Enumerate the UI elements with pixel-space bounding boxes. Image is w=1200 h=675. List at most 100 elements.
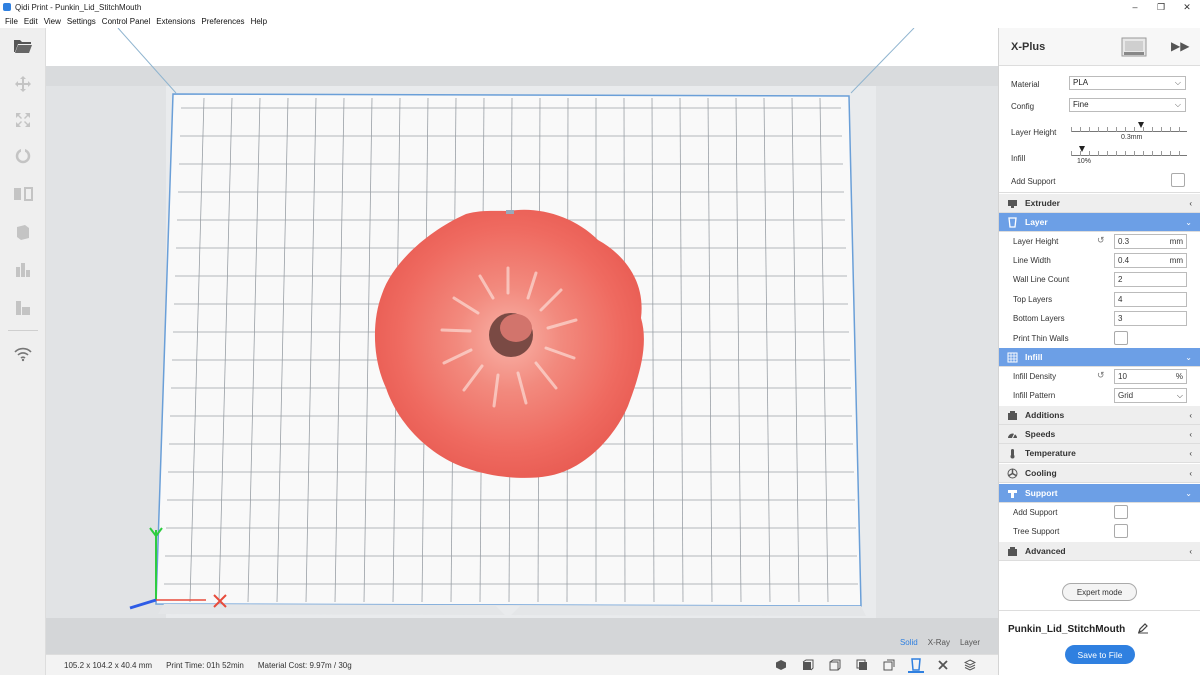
support-add-label: Add Support [1013,508,1058,517]
print-thin-walls-checkbox[interactable] [1114,331,1128,345]
infill-pattern-value: Grid [1118,391,1134,400]
edit-icon[interactable] [1137,622,1149,634]
reset-icon[interactable]: ↺ [1097,235,1105,246]
layer-height-input[interactable]: 0.3 mm [1114,234,1187,249]
view-front-icon[interactable] [800,657,816,673]
top-layers-input[interactable]: 4 [1114,292,1187,307]
left-toolbar [0,28,46,675]
support-blocker-icon[interactable] [11,260,35,280]
section-advanced[interactable]: Advanced ‹ [999,542,1200,561]
wifi-icon[interactable] [11,344,35,364]
job-name: Punkin_Lid_StitchMouth [1008,624,1126,635]
window-controls: – ❐ ✕ [1122,0,1200,14]
infill-slider[interactable] [1071,146,1187,156]
slider-thumb[interactable] [1079,146,1085,152]
section-cooling-label: Cooling [1025,468,1057,478]
solid-view-icon[interactable] [908,657,924,673]
section-speeds[interactable]: Speeds ‹ [999,425,1200,444]
view-left-icon[interactable] [854,657,870,673]
setting-print-thin-walls: Print Thin Walls [999,329,1200,348]
layer-height-value: 0.3mm [1121,134,1143,141]
material-label: Material [1011,80,1040,89]
layer-tool-icon[interactable] [11,298,35,318]
additions-icon [1006,409,1019,422]
speed-icon [1006,428,1019,441]
bottom-layers-input[interactable]: 3 [1114,311,1187,326]
rotate-icon[interactable] [11,146,35,166]
chevron-left-icon: ‹ [1189,448,1192,458]
unit-label: % [1175,372,1183,381]
menu-edit[interactable]: Edit [24,17,38,26]
save-to-file-button[interactable]: Save to File [1065,645,1135,664]
section-extruder[interactable]: Extruder ‹ [999,194,1200,213]
wall-line-count-input[interactable]: 2 [1114,272,1187,287]
material-select[interactable]: PLA ⌵ [1069,76,1186,90]
unit-label: mm [1169,256,1183,265]
close-button[interactable]: ✕ [1174,0,1200,14]
menu-preferences[interactable]: Preferences [201,17,244,26]
reset-icon[interactable]: ↺ [1097,370,1105,381]
folder-open-icon[interactable] [11,36,35,56]
expert-mode-button[interactable]: Expert mode [1062,583,1137,601]
temperature-icon [1006,447,1019,460]
chevron-down-icon: ⌄ [1185,352,1192,362]
line-width-value: 0.4 [1118,256,1130,265]
3d-viewport[interactable]: Solid X-Ray Layer [46,28,998,654]
section-layer[interactable]: Layer ⌄ [999,213,1200,232]
build-plate-scene [46,28,998,654]
maximize-button[interactable]: ❐ [1148,0,1174,14]
move-icon[interactable] [11,74,35,94]
toolbar-divider [8,330,38,331]
line-width-label: Line Width [1013,256,1051,265]
layer-view-icon[interactable] [962,657,978,673]
chevron-down-icon: ⌄ [1185,488,1192,498]
view-mode-xray[interactable]: X-Ray [928,638,950,647]
menu-control-panel[interactable]: Control Panel [102,17,150,26]
material-cost: Material Cost: 9.97m / 30g [257,660,352,670]
xray-view-icon[interactable] [935,657,951,673]
menu-file[interactable]: File [5,17,18,26]
slider-ticks [1071,127,1187,132]
tree-support-checkbox[interactable] [1114,524,1128,538]
printer-expand-icon[interactable]: ▶▶ [1171,39,1189,53]
view-right-icon[interactable] [881,657,897,673]
layer-height-label: Layer Height [1011,128,1057,137]
minimize-button[interactable]: – [1122,0,1148,14]
section-additions[interactable]: Additions ‹ [999,406,1200,425]
infill-density-label: Infill Density [1013,372,1057,381]
menu-view[interactable]: View [44,17,61,26]
section-temperature[interactable]: Temperature ‹ [999,444,1200,463]
section-infill[interactable]: Infill ⌄ [999,348,1200,367]
slider-thumb[interactable] [1138,122,1144,128]
menu-settings[interactable]: Settings [67,17,96,26]
view-mode-layer[interactable]: Layer [960,638,980,647]
add-support-checkbox[interactable] [1171,173,1185,187]
menu-extensions[interactable]: Extensions [156,17,195,26]
setting-top-layers: Top Layers 4 [999,290,1200,309]
infill-density-value: 10 [1118,372,1127,381]
section-support[interactable]: Support ⌄ [999,484,1200,503]
view-3d-icon[interactable] [773,657,789,673]
section-temperature-label: Temperature [1025,448,1076,458]
line-width-input[interactable]: 0.4 mm [1114,253,1187,268]
config-select[interactable]: Fine ⌵ [1069,98,1186,112]
per-model-settings-icon[interactable] [11,222,35,242]
view-mode-solid[interactable]: Solid [900,638,918,647]
scale-icon[interactable] [11,110,35,130]
setting-bottom-layers: Bottom Layers 3 [999,309,1200,328]
infill-pattern-select[interactable]: Grid ⌵ [1114,388,1187,403]
extruder-icon [1006,197,1019,210]
view-top-icon[interactable] [827,657,843,673]
chevron-left-icon: ‹ [1189,429,1192,439]
panel-divider [999,610,1200,611]
print-time: Print Time: 01h 52min [166,660,244,670]
menu-help[interactable]: Help [251,17,267,26]
chevron-down-icon: ⌄ [1185,217,1192,227]
section-cooling[interactable]: Cooling ‹ [999,464,1200,483]
section-support-label: Support [1025,488,1058,498]
mirror-icon[interactable] [11,184,35,204]
support-add-checkbox[interactable] [1114,505,1128,519]
infill-density-input[interactable]: 10 % [1114,369,1187,384]
section-layer-label: Layer [1025,217,1048,227]
layer-height-slider[interactable] [1071,122,1187,132]
